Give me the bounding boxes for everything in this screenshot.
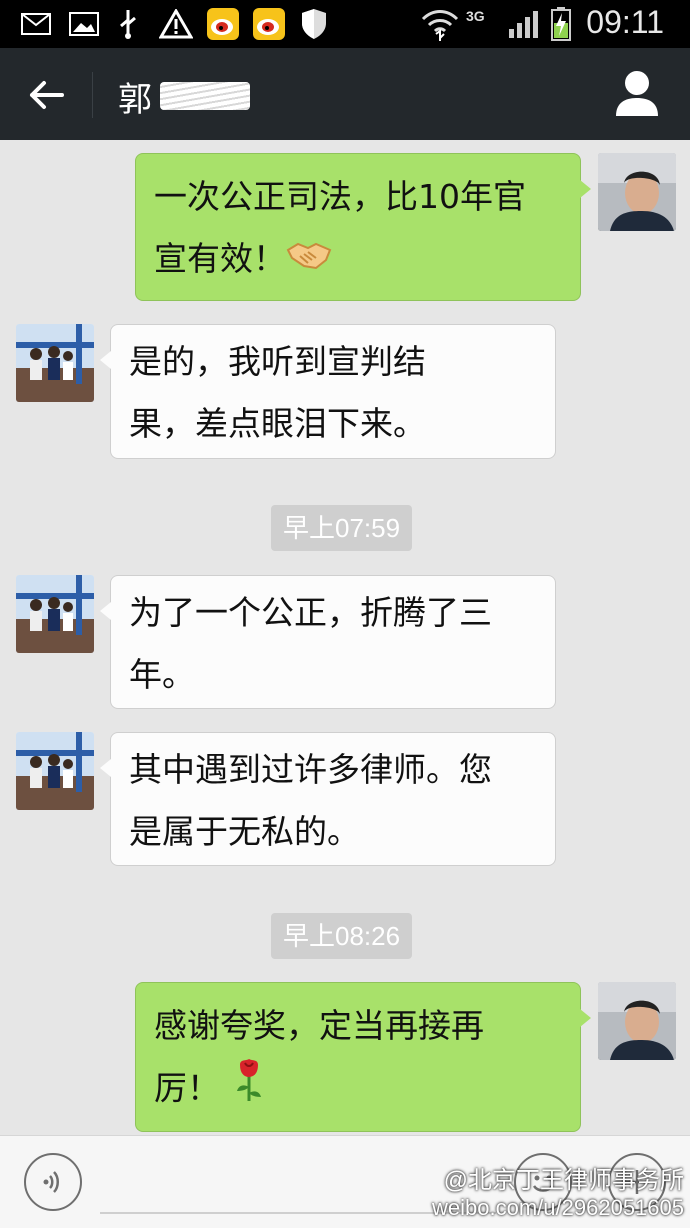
voice-button[interactable] bbox=[24, 1153, 82, 1211]
handshake-icon bbox=[286, 230, 332, 292]
my-avatar[interactable] bbox=[598, 982, 676, 1060]
my-avatar[interactable] bbox=[598, 153, 676, 231]
contact-avatar[interactable] bbox=[16, 324, 94, 402]
person-icon bbox=[616, 71, 658, 116]
signal-icon bbox=[506, 8, 544, 40]
back-button[interactable] bbox=[22, 70, 72, 120]
clock: 09:11 bbox=[586, 4, 664, 40]
message-line: 果，差点眼泪下来。 bbox=[129, 404, 426, 443]
message-line: 其中遇到过许多律师。您 bbox=[129, 750, 492, 789]
message-bubble-sent[interactable]: 感谢夸奖，定当再接再 厉！ bbox=[135, 982, 591, 1132]
message-line: 一次公正司法，比10年官 bbox=[154, 177, 526, 216]
mail-icon bbox=[20, 8, 52, 40]
network-label: 3G bbox=[466, 8, 485, 24]
wifi-icon bbox=[420, 8, 460, 41]
message-line: 感谢夸奖，定当再接再 bbox=[154, 1006, 484, 1045]
chat-header: 郭 bbox=[0, 48, 690, 140]
usb-icon bbox=[116, 8, 140, 40]
message-line: 是的，我听到宣判结 bbox=[129, 342, 426, 381]
shield-icon bbox=[300, 8, 328, 40]
message-line: 为了一个公正，折腾了三 bbox=[129, 593, 492, 632]
weibo-icon bbox=[252, 8, 286, 40]
profile-button[interactable] bbox=[612, 68, 662, 120]
chat-title: 郭 bbox=[118, 80, 152, 120]
arrow-left-icon bbox=[30, 81, 64, 109]
weibo-watermark: @北京丁王律师事务所 weibo.com/u/2962051605 bbox=[432, 1160, 684, 1221]
voice-icon bbox=[43, 1171, 59, 1193]
weibo-icon bbox=[206, 8, 240, 40]
message-line: 是属于无私的。 bbox=[129, 812, 360, 851]
name-redaction bbox=[160, 82, 250, 110]
message-bubble-received[interactable]: 是的，我听到宣判结 果，差点眼泪下来。 bbox=[100, 324, 556, 459]
battery-icon bbox=[550, 7, 572, 41]
time-divider: 早上07:59 bbox=[271, 505, 413, 551]
contact-avatar[interactable] bbox=[16, 732, 94, 810]
message-bubble-received[interactable]: 其中遇到过许多律师。您 是属于无私的。 bbox=[100, 732, 556, 866]
warning-icon bbox=[158, 8, 194, 40]
contact-avatar[interactable] bbox=[16, 575, 94, 653]
message-bubble-sent[interactable]: 一次公正司法，比10年官 宣有效！ bbox=[135, 153, 591, 301]
message-line: 宣有效！ bbox=[154, 239, 286, 278]
status-bar: 3G 09:11 bbox=[0, 0, 690, 48]
image-icon bbox=[68, 8, 100, 40]
message-line: 年。 bbox=[129, 655, 195, 694]
watermark-url: weibo.com/u/2962051605 bbox=[432, 1195, 684, 1220]
message-line: 厉！ bbox=[154, 1068, 220, 1108]
watermark-account: @北京丁王律师事务所 bbox=[443, 1167, 684, 1194]
rose-icon bbox=[234, 1057, 264, 1123]
time-divider: 早上08:26 bbox=[271, 913, 413, 959]
message-bubble-received[interactable]: 为了一个公正，折腾了三 年。 bbox=[100, 575, 556, 709]
header-divider bbox=[92, 72, 93, 118]
